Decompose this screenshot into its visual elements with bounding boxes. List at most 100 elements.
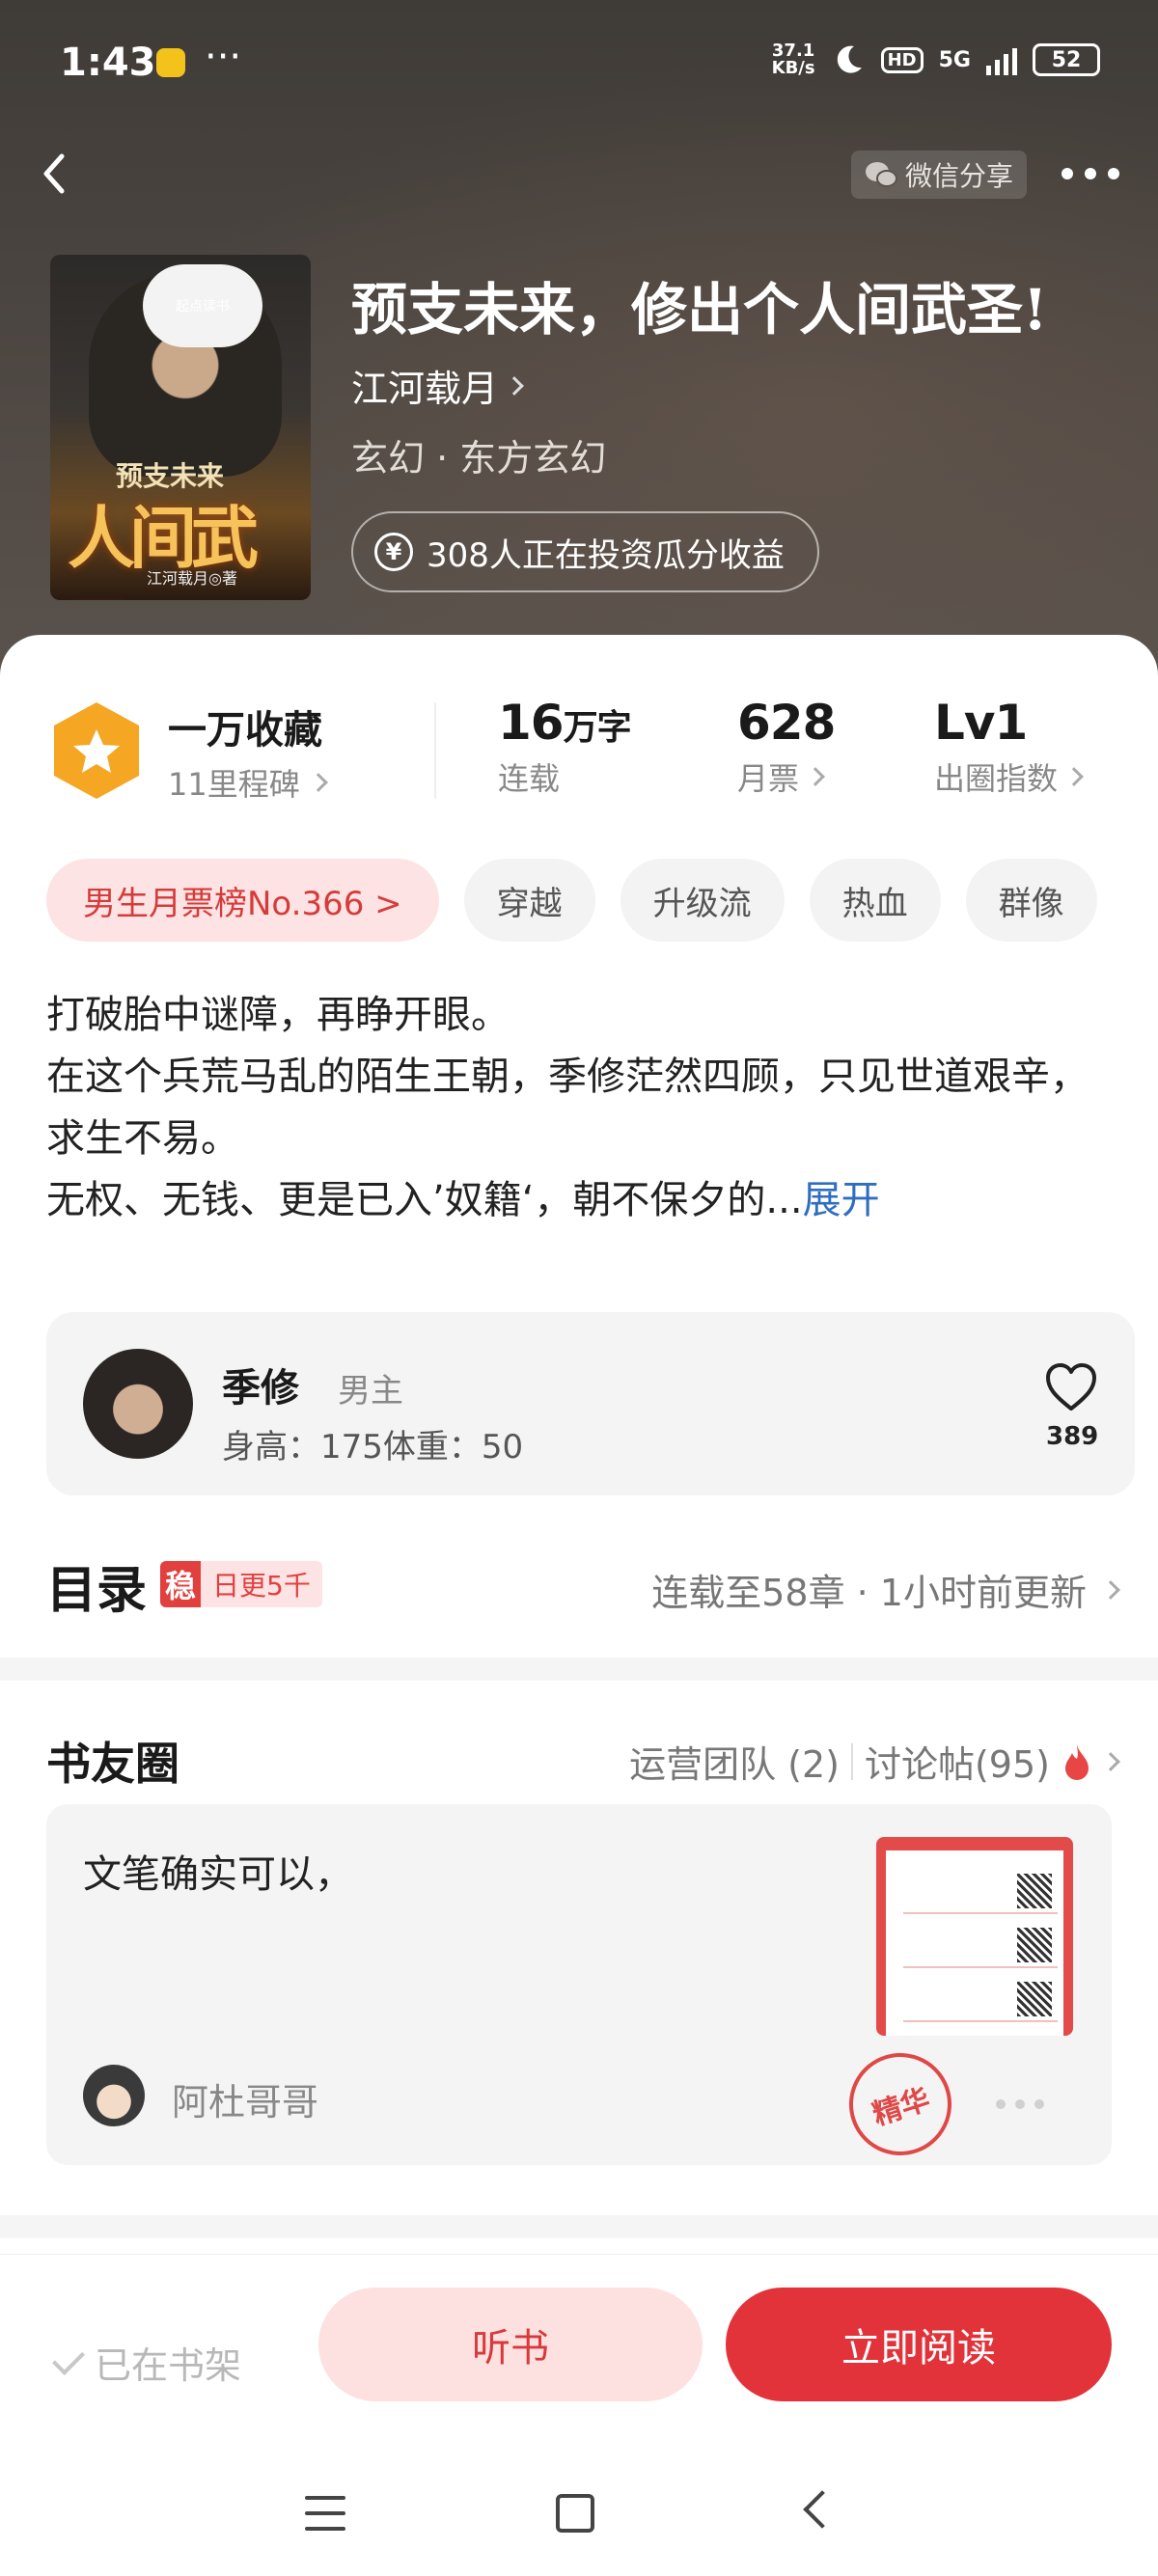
- back-icon[interactable]: [27, 145, 85, 203]
- battery-icon: 52: [1033, 43, 1100, 76]
- collection-badge-icon: [54, 702, 139, 799]
- chevron-right-icon: [1101, 1579, 1120, 1600]
- post-image[interactable]: [876, 1837, 1073, 2036]
- post-image-row: [903, 1978, 1058, 2022]
- collection-milestone[interactable]: 一万收藏 11里程碑: [168, 699, 328, 805]
- book-cover[interactable]: 起点读书 预支未来 人间武圣 江河载月◎著: [50, 255, 311, 600]
- monthly-votes-stat[interactable]: 628 月票: [737, 695, 836, 799]
- discussion-posts-link[interactable]: 讨论帖(95): [865, 1735, 1050, 1788]
- synopsis-line: 打破胎中谜障，再睁开眼。: [46, 993, 510, 1037]
- network-type: 5G: [938, 47, 971, 72]
- section-divider: [0, 1658, 1158, 1681]
- toc-title: 目录: [46, 1562, 148, 1620]
- heart-icon[interactable]: [1044, 1362, 1098, 1412]
- table-of-contents-row[interactable]: 目录 稳 日更5千 连载至58章 · 1小时前更新: [46, 1542, 1120, 1620]
- moon-icon: [837, 45, 862, 73]
- wechat-share-button[interactable]: 微信分享: [851, 151, 1028, 199]
- bottom-action-bar: 已在书架 听书 立即阅读: [0, 2254, 1158, 2576]
- invest-text: 308人正在投资瓜分收益: [427, 535, 785, 575]
- status-bar: 1:43 ··· 37.1 KB/s HD 5G 52: [0, 0, 1158, 125]
- system-back-icon[interactable]: [803, 2490, 841, 2529]
- recent-apps-icon[interactable]: [305, 2496, 345, 2531]
- expand-link[interactable]: 展开: [803, 1178, 880, 1222]
- qr-thumbnail: [1017, 1928, 1052, 1962]
- word-count-label: 连载: [498, 760, 561, 797]
- author-name: 江河载月: [351, 368, 499, 410]
- featured-stamp: 精华: [836, 2040, 965, 2169]
- update-frequency: 日更5千: [212, 1570, 311, 1602]
- word-count-stat: 16万字 连载: [498, 695, 632, 799]
- status-time: 1:43: [60, 41, 156, 85]
- more-options-icon[interactable]: [1062, 156, 1129, 191]
- chevron-right-icon: [505, 375, 524, 396]
- chevron-right-icon: [1064, 767, 1084, 786]
- word-count-unit: 万字: [563, 708, 632, 748]
- author-link[interactable]: 江河载月: [351, 359, 524, 412]
- image-pager: [996, 2099, 1044, 2109]
- check-icon: [52, 2342, 85, 2375]
- popularity-index-stat[interactable]: Lv1 出圈指数: [934, 695, 1084, 799]
- character-info: 身高：175体重：50: [222, 1428, 524, 1466]
- collection-title: 一万收藏: [168, 708, 322, 753]
- chevron-right-icon: [308, 773, 328, 792]
- book-title: 预支未来，修出个人间武圣!: [351, 277, 1048, 343]
- character-card[interactable]: 季修 男主 身高：175体重：50 389: [46, 1312, 1135, 1495]
- yen-icon: ¥: [374, 533, 413, 571]
- system-navigation-bar: [0, 2457, 1158, 2576]
- status-indicators: 37.1 KB/s HD 5G 52: [772, 42, 1100, 77]
- flame-icon: [1065, 1743, 1089, 1780]
- update-badge: 稳 日更5千: [160, 1561, 322, 1607]
- cover-publisher: 起点读书: [143, 264, 262, 347]
- character-avatar: [83, 1349, 193, 1459]
- home-icon[interactable]: [556, 2494, 594, 2533]
- tag-item[interactable]: 升级流: [620, 859, 785, 942]
- monthly-votes-value: 628: [737, 695, 836, 751]
- link-separator: [850, 1742, 853, 1780]
- battery-level: 52: [1051, 47, 1082, 72]
- post-user-avatar: [83, 2065, 145, 2126]
- qr-thumbnail: [1017, 1982, 1052, 2016]
- post-text: 文笔确实可以，: [83, 1852, 353, 1897]
- invest-button[interactable]: ¥ 308人正在投资瓜分收益: [351, 511, 819, 592]
- word-count-value: 16: [498, 695, 565, 751]
- listen-button[interactable]: 听书: [318, 2288, 703, 2401]
- status-more: ···: [205, 35, 242, 79]
- app-notification-icon: [156, 48, 185, 77]
- signal-icon: [986, 44, 1017, 75]
- book-header: 1:43 ··· 37.1 KB/s HD 5G 52 微信分享 起点读书 预支…: [0, 0, 1158, 675]
- book-circle-header: 书友圈 运营团队 (2) 讨论帖(95): [46, 1725, 1120, 1793]
- popularity-label: 出圈指数: [934, 760, 1059, 797]
- cover-author: 江河载月◎著: [147, 569, 237, 588]
- tag-item[interactable]: 热血: [809, 859, 941, 942]
- book-synopsis: 打破胎中谜障，再睁开眼。 在这个兵荒马乱的陌生王朝，季修茫然四顾，只见世道艰辛，…: [46, 984, 1117, 1231]
- post-image-row: [903, 1924, 1058, 1968]
- tag-item[interactable]: 穿越: [463, 859, 595, 942]
- synopsis-line: 无权、无钱、更是已入’奴籍‘，朝不保夕的...: [46, 1178, 803, 1222]
- book-circle-title: 书友圈: [46, 1738, 179, 1790]
- synopsis-line: 在这个兵荒马乱的陌生王朝，季修茫然四顾，只见世道艰辛，求生不易。: [46, 1055, 1089, 1161]
- milestone-label: 11里程碑: [168, 766, 300, 803]
- operations-team-link[interactable]: 运营团队 (2): [629, 1735, 840, 1788]
- read-now-button[interactable]: 立即阅读: [726, 2288, 1112, 2401]
- character-role: 男主: [338, 1372, 403, 1411]
- post-image-row: [903, 1870, 1058, 1914]
- featured-post-card[interactable]: 文笔确实可以， 阿杜哥哥 精华: [46, 1804, 1112, 2169]
- update-status: 连载至58章 · 1小时前更新: [651, 1572, 1087, 1614]
- book-category: 玄幻 · 东方玄幻: [351, 437, 607, 480]
- monthly-votes-label: 月票: [737, 760, 800, 797]
- post-username: 阿杜哥哥: [172, 2081, 319, 2124]
- hd-icon: HD: [880, 46, 924, 73]
- on-shelf-status[interactable]: 已在书架: [52, 2336, 241, 2389]
- stable-icon: 稳: [160, 1561, 201, 1607]
- character-name: 季修: [222, 1366, 299, 1411]
- post-image-sheet: [886, 1850, 1063, 2036]
- stats-divider: [434, 702, 436, 799]
- like-count: 389: [1046, 1422, 1099, 1451]
- wechat-icon: [866, 162, 897, 187]
- qr-thumbnail: [1017, 1874, 1052, 1908]
- chevron-right-icon[interactable]: [1101, 1751, 1120, 1771]
- tag-item[interactable]: 群像: [965, 859, 1097, 942]
- popularity-level: Lv1: [934, 695, 1028, 751]
- section-divider: [0, 2215, 1158, 2238]
- tag-ranking[interactable]: 男生月票榜No.366 >: [46, 859, 439, 942]
